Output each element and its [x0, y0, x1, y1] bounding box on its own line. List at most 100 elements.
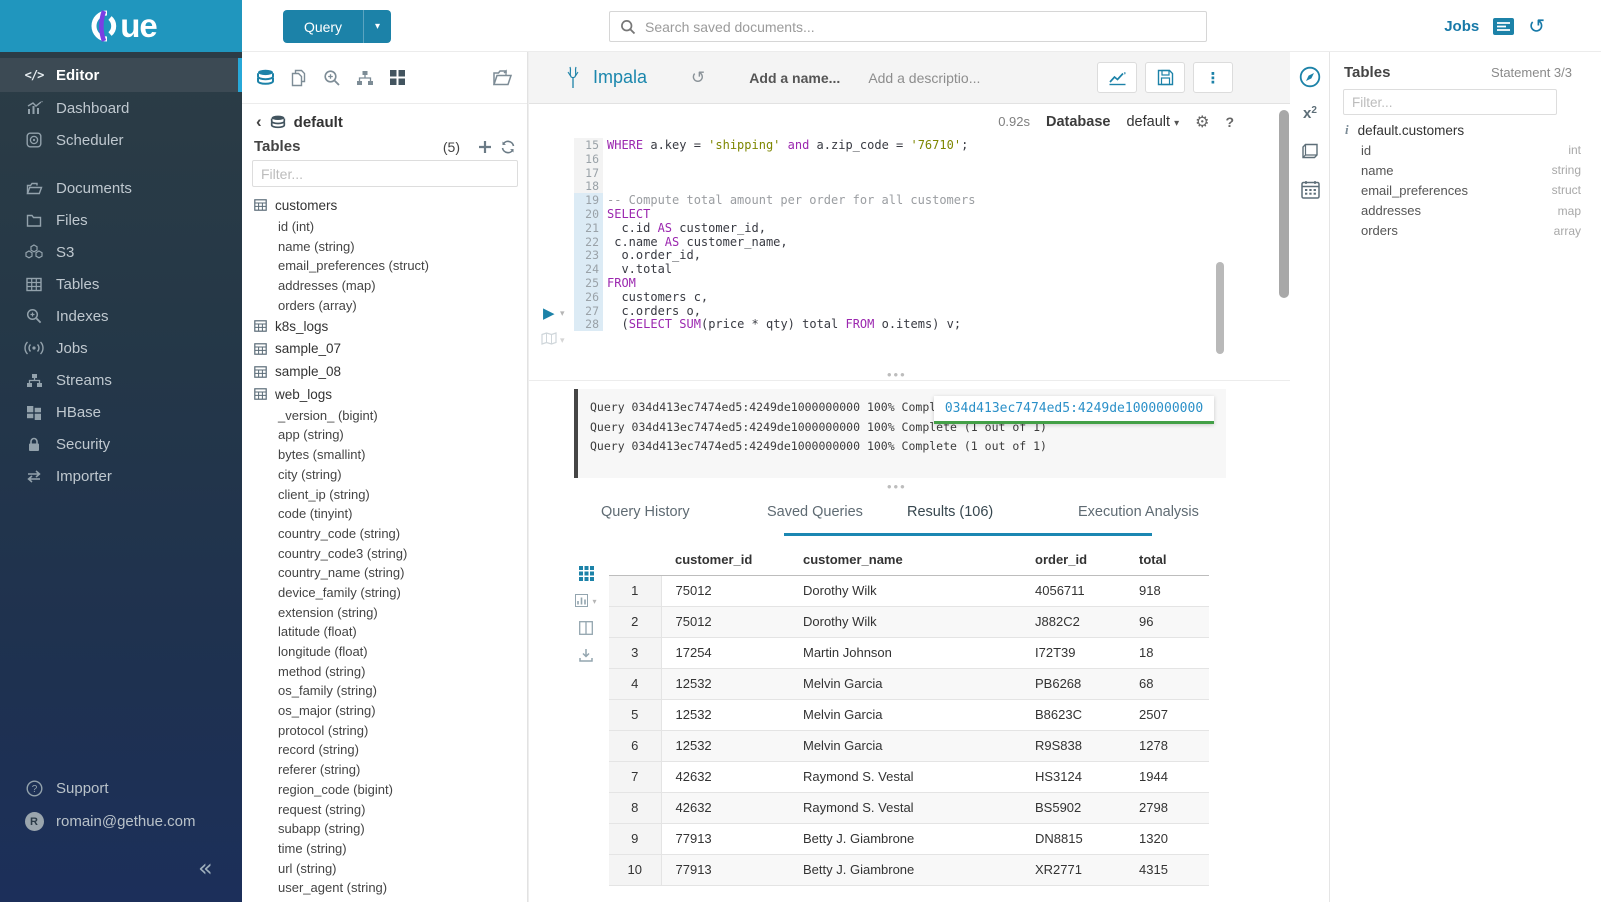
chevron-down-icon[interactable]: ▾: [364, 21, 391, 32]
tab-execution-analysis[interactable]: Execution Analysis: [1078, 504, 1199, 520]
table-row[interactable]: 7 42632 Raymond S. Vestal HS3124 1944: [609, 761, 1209, 792]
tree-item[interactable]: client_ip (string): [242, 484, 528, 504]
cell-total[interactable]: 4315: [1125, 854, 1209, 885]
table-row[interactable]: 5 12532 Melvin Garcia B8623C 2507: [609, 699, 1209, 730]
right-filter-input[interactable]: [1343, 89, 1557, 115]
tree-item[interactable]: orders (array): [242, 295, 528, 315]
tasks-icon[interactable]: [1493, 18, 1514, 35]
tree-item[interactable]: app (string): [242, 425, 528, 445]
query-name-field[interactable]: Add a name...: [749, 70, 840, 86]
cell-customer-id[interactable]: 12532: [661, 668, 789, 699]
global-search[interactable]: [609, 11, 1207, 42]
tree-item[interactable]: time (string): [242, 839, 528, 859]
query-history-icon[interactable]: ↺: [1528, 14, 1545, 38]
database-selector[interactable]: default ▾: [1126, 114, 1179, 130]
cell-customer-id[interactable]: 75012: [661, 606, 789, 637]
tree-item[interactable]: country_name (string): [242, 563, 528, 583]
databases-icon[interactable]: [256, 69, 275, 87]
tree-item[interactable]: device_family (string): [242, 583, 528, 603]
support-link[interactable]: ? Support: [0, 772, 242, 805]
sitemap-icon[interactable]: [356, 70, 374, 86]
cell-customer-name[interactable]: Raymond S. Vestal: [789, 792, 1021, 823]
database-breadcrumb[interactable]: ‹ default: [256, 112, 343, 132]
info-icon[interactable]: i: [1345, 122, 1349, 138]
tree-item[interactable]: latitude (float): [242, 622, 528, 642]
back-chevron-icon[interactable]: ‹: [256, 112, 262, 132]
tree-item[interactable]: request (string): [242, 799, 528, 819]
cell-total[interactable]: 2507: [1125, 699, 1209, 730]
sidebar-item-files[interactable]: Files: [0, 204, 242, 236]
search-plus-icon[interactable]: [323, 69, 341, 87]
cell-total[interactable]: 1944: [1125, 761, 1209, 792]
cell-customer-id[interactable]: 77913: [661, 823, 789, 854]
table-row[interactable]: 10 77913 Betty J. Giambrone XR2771 4315: [609, 854, 1209, 885]
tab-results[interactable]: Results (106): [907, 504, 993, 520]
cell-order-id[interactable]: DN8815: [1021, 823, 1125, 854]
table-row[interactable]: 2 75012 Dorothy Wilk J882C2 96: [609, 606, 1209, 637]
cell-total[interactable]: 1320: [1125, 823, 1209, 854]
tree-item[interactable]: country_code3 (string): [242, 543, 528, 563]
tree-item[interactable]: protocol (string): [242, 720, 528, 740]
table-row[interactable]: 9 77913 Betty J. Giambrone DN8815 1320: [609, 823, 1209, 854]
tab-saved-queries[interactable]: Saved Queries: [767, 504, 863, 520]
columns-icon[interactable]: [573, 621, 599, 635]
code-lines[interactable]: WHERE a.key = 'shipping' and a.zip_code …: [603, 138, 1234, 331]
tree-item[interactable]: method (string): [242, 661, 528, 681]
history-icon[interactable]: ↺: [691, 68, 705, 88]
tab-query-history[interactable]: Query History: [601, 504, 690, 520]
tree-item[interactable]: sample_08: [242, 360, 528, 383]
hue-logo[interactable]: ue: [0, 0, 242, 52]
cell-total[interactable]: 918: [1125, 575, 1209, 606]
schedule-icon[interactable]: [1290, 180, 1330, 199]
tree-item[interactable]: city (string): [242, 464, 528, 484]
tree-item[interactable]: email_preferences (struct): [242, 256, 528, 276]
minimap-icon[interactable]: [541, 332, 557, 345]
settings-gear-icon[interactable]: ⚙: [1195, 112, 1209, 131]
editor-scrollbar[interactable]: [1216, 262, 1224, 354]
cell-total[interactable]: 2798: [1125, 792, 1209, 823]
cell-total[interactable]: 18: [1125, 637, 1209, 668]
open-folder-icon[interactable]: [492, 68, 513, 87]
sidebar-item-editor[interactable]: </> Editor: [0, 58, 242, 92]
sidebar-item-indexes[interactable]: Indexes: [0, 300, 242, 332]
table-row[interactable]: 8 42632 Raymond S. Vestal BS5902 2798: [609, 792, 1209, 823]
column-row[interactable]: id int: [1330, 140, 1601, 160]
cell-customer-id[interactable]: 12532: [661, 730, 789, 761]
collapse-sidebar-button[interactable]: «: [198, 854, 213, 882]
tree-item[interactable]: addresses (map): [242, 276, 528, 296]
cell-customer-name[interactable]: Melvin Garcia: [789, 668, 1021, 699]
cell-customer-name[interactable]: Dorothy Wilk: [789, 606, 1021, 637]
language-reference-icon[interactable]: [1290, 142, 1330, 160]
sql-editor[interactable]: 1516171819202122232425262728 WHERE a.key…: [574, 138, 1234, 331]
tree-item[interactable]: extension (string): [242, 602, 528, 622]
sidebar-item-tables[interactable]: Tables: [0, 268, 242, 300]
column-row[interactable]: name string: [1330, 160, 1601, 180]
tree-item[interactable]: region_code (bigint): [242, 779, 528, 799]
cell-customer-name[interactable]: Betty J. Giambrone: [789, 854, 1021, 885]
search-input[interactable]: [645, 19, 1196, 35]
column-row[interactable]: addresses map: [1330, 201, 1601, 221]
refresh-icon[interactable]: [500, 140, 516, 154]
engine-label[interactable]: Impala: [593, 67, 647, 88]
cell-customer-name[interactable]: Melvin Garcia: [789, 699, 1021, 730]
tree-item[interactable]: country_code (string): [242, 524, 528, 544]
download-icon[interactable]: [573, 648, 599, 662]
tree-item[interactable]: url (string): [242, 858, 528, 878]
cell-order-id[interactable]: I72T39: [1021, 637, 1125, 668]
cell-order-id[interactable]: HS3124: [1021, 761, 1125, 792]
tree-item[interactable]: id (int): [242, 217, 528, 237]
cell-customer-name[interactable]: Dorothy Wilk: [789, 575, 1021, 606]
add-table-icon[interactable]: [478, 140, 492, 154]
cell-customer-id[interactable]: 75012: [661, 575, 789, 606]
cell-customer-name[interactable]: Melvin Garcia: [789, 730, 1021, 761]
chart-view-icon[interactable]: ▾: [573, 594, 599, 608]
tree-item[interactable]: _version_ (bigint): [242, 405, 528, 425]
cell-order-id[interactable]: XR2771: [1021, 854, 1125, 885]
cell-customer-id[interactable]: 17254: [661, 637, 789, 668]
resize-handle[interactable]: •••: [887, 484, 907, 490]
column-header[interactable]: customer_name: [789, 545, 1021, 575]
tree-item[interactable]: os_family (string): [242, 681, 528, 701]
tree-item[interactable]: os_major (string): [242, 701, 528, 721]
table-row[interactable]: 4 12532 Melvin Garcia PB6268 68: [609, 668, 1209, 699]
cell-order-id[interactable]: J882C2: [1021, 606, 1125, 637]
